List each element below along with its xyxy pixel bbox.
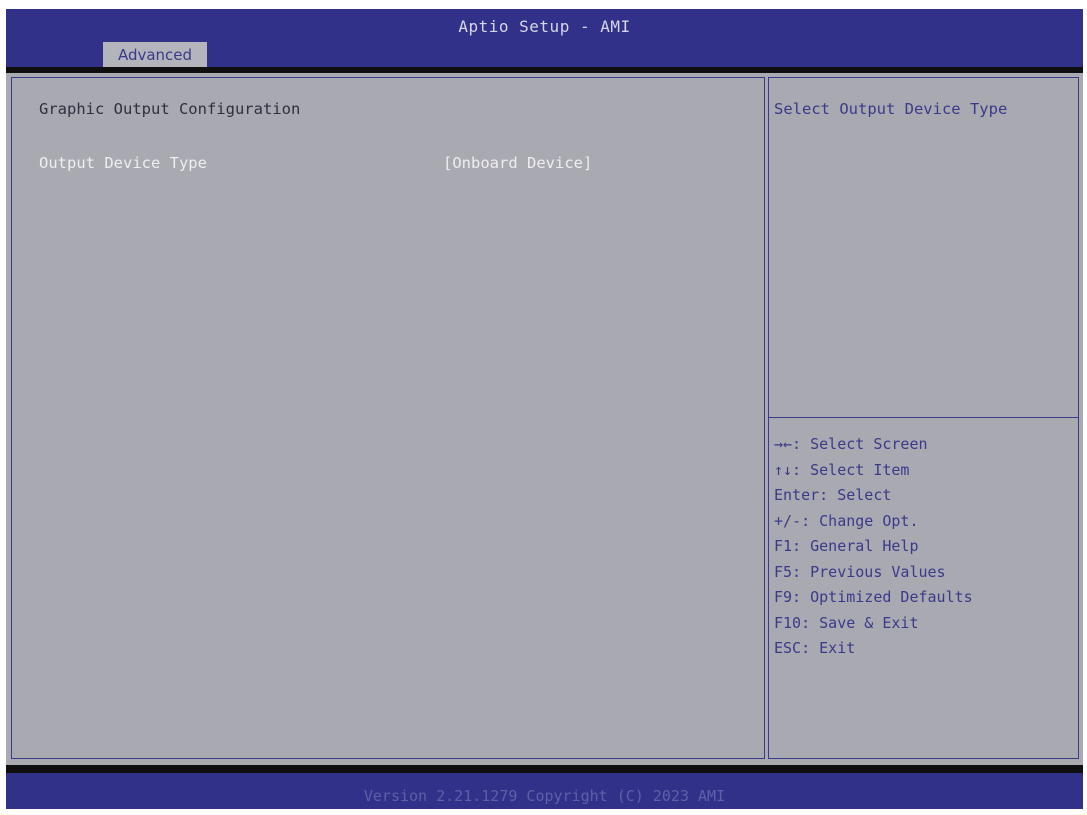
setting-output-device-type[interactable]: Output Device Type [Onboard Device] bbox=[39, 154, 739, 176]
bios-screen: Aptio Setup - AMI Advanced Graphic Outpu… bbox=[6, 9, 1083, 809]
settings-pane: Graphic Output Configuration Output Devi… bbox=[11, 77, 765, 759]
key-hint-optimized-defaults: F9: Optimized Defaults bbox=[774, 588, 973, 606]
version-text: Version 2.21.1279 Copyright (C) 2023 AMI bbox=[363, 787, 726, 805]
help-divider bbox=[769, 417, 1078, 418]
title-bar: Aptio Setup - AMI Advanced bbox=[6, 9, 1083, 67]
key-hint-enter: Enter: Select bbox=[774, 486, 892, 504]
key-hint-save-exit: F10: Save & Exit bbox=[774, 613, 919, 632]
help-description: Select Output Device Type bbox=[774, 100, 1008, 118]
key-hint-esc-exit: ESC: Exit bbox=[774, 639, 856, 657]
section-heading: Graphic Output Configuration bbox=[39, 100, 301, 118]
key-hint-change-opt: +/-: Change Opt. bbox=[774, 511, 919, 530]
setting-value[interactable]: [Onboard Device] bbox=[443, 154, 592, 172]
key-legend: →←: Select Screen ↑↓: Select Item Enter:… bbox=[774, 432, 973, 662]
help-pane: Select Output Device Type →←: Select Scr… bbox=[768, 77, 1079, 759]
footer-bar: Version 2.21.1279 Copyright (C) 2023 AMI bbox=[6, 773, 1083, 809]
content-area: Graphic Output Configuration Output Devi… bbox=[6, 73, 1083, 765]
app-title: Aptio Setup - AMI bbox=[458, 17, 631, 36]
setting-label: Output Device Type bbox=[39, 154, 207, 172]
key-hint-select-screen: →←: Select Screen bbox=[774, 435, 928, 453]
key-hint-general-help: F1: General Help bbox=[774, 537, 919, 555]
key-hint-select-item: ↑↓: Select Item bbox=[774, 460, 910, 479]
key-hint-previous-values: F5: Previous Values bbox=[774, 562, 946, 581]
tab-advanced[interactable]: Advanced bbox=[103, 42, 207, 67]
